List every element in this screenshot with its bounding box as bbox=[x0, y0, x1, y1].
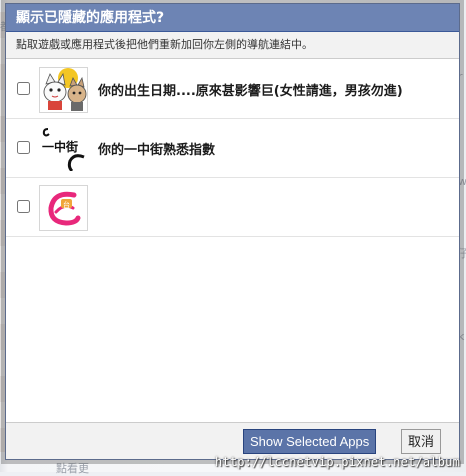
svg-text:台: 台 bbox=[63, 200, 70, 209]
app-checkbox[interactable] bbox=[17, 141, 30, 154]
show-selected-apps-button[interactable]: Show Selected Apps bbox=[243, 429, 377, 454]
app-list: 你的出生日期....原來甚影響巨(女性請進，男孩勿進) 一中街 你的一中街熟悉指… bbox=[6, 60, 459, 237]
app-row: 一中街 你的一中街熟悉指數 bbox=[6, 119, 459, 178]
hidden-apps-dialog: 顯示已隱藏的應用程式? 點取遊戲或應用程式後把他們重新加回你左側的導航連結中。 bbox=[5, 3, 460, 460]
app-row: 你的出生日期....原來甚影響巨(女性請進，男孩勿進) bbox=[6, 60, 459, 119]
app-checkbox[interactable] bbox=[17, 200, 30, 213]
pink-swirl-app-icon: 台 bbox=[39, 185, 88, 231]
dialog-description: 點取遊戲或應用程式後把他們重新加回你左側的導航連結中。 bbox=[6, 32, 459, 59]
bg-bottom-text: 點看更 bbox=[56, 462, 89, 475]
yizhongjie-logo-icon: 一中街 bbox=[39, 126, 88, 172]
cancel-button[interactable]: 取消 bbox=[401, 429, 442, 454]
app-name: 你的一中街熟悉指數 bbox=[98, 143, 216, 158]
dialog-title: 顯示已隱藏的應用程式? bbox=[6, 4, 459, 32]
app-row: 台 bbox=[6, 178, 459, 237]
watermark-text: http://lccnetvip.pixnet.net/album bbox=[214, 455, 460, 469]
app-checkbox[interactable] bbox=[17, 82, 30, 95]
app-name: 你的出生日期....原來甚影響巨(女性請進，男孩勿進) bbox=[98, 84, 403, 99]
dialog-footer: Show Selected Apps 取消 bbox=[6, 422, 459, 459]
cartoon-cats-icon bbox=[39, 67, 88, 113]
logo-text: 一中街 bbox=[42, 139, 78, 154]
